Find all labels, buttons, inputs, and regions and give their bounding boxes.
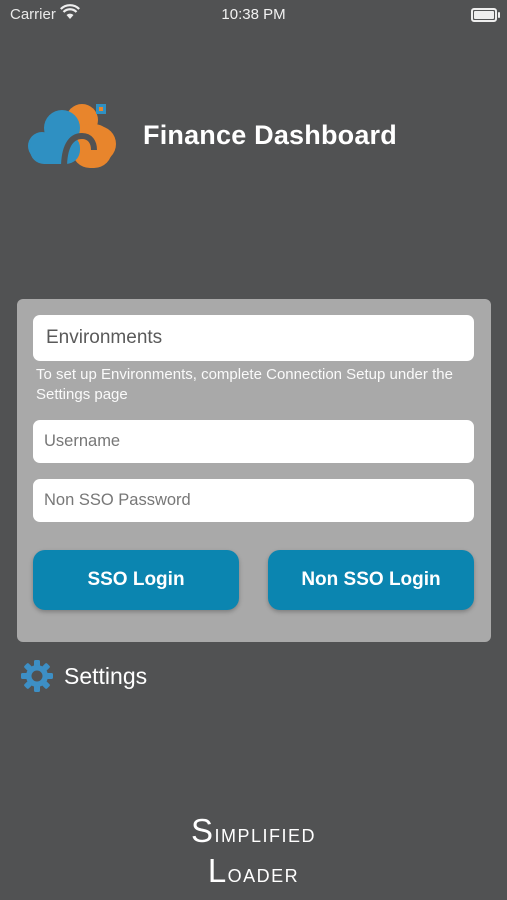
footer-line-2-initial: L: [207, 852, 228, 889]
settings-link[interactable]: Settings: [20, 657, 147, 695]
environments-hint: To set up Environments, complete Connect…: [36, 366, 453, 403]
login-panel: Environments To set up Environments, com…: [17, 299, 491, 642]
environments-dropdown[interactable]: Environments: [33, 315, 474, 361]
footer-line-2-rest: oader: [227, 858, 300, 888]
footer-line-1-initial: S: [190, 812, 215, 849]
status-bar: Carrier 10:38 PM: [0, 0, 507, 30]
non-sso-login-button[interactable]: Non SSO Login: [268, 550, 474, 610]
clock: 10:38 PM: [221, 6, 286, 23]
footer-line-1: Simplified: [0, 812, 507, 852]
environments-label: Environments: [46, 327, 163, 348]
password-input[interactable]: [33, 479, 474, 522]
cloud-logo-icon: [28, 104, 116, 169]
sso-login-button[interactable]: SSO Login: [33, 550, 239, 610]
battery-icon: [471, 8, 500, 22]
gear-icon: [21, 660, 53, 692]
app-title: Finance Dashboard: [143, 120, 397, 150]
footer-line-2: Loader: [0, 852, 507, 892]
footer-brand: Simplified Loader: [0, 812, 507, 892]
footer-line-1-rest: implified: [214, 818, 317, 848]
settings-label: Settings: [64, 662, 148, 689]
username-input[interactable]: [33, 420, 474, 463]
